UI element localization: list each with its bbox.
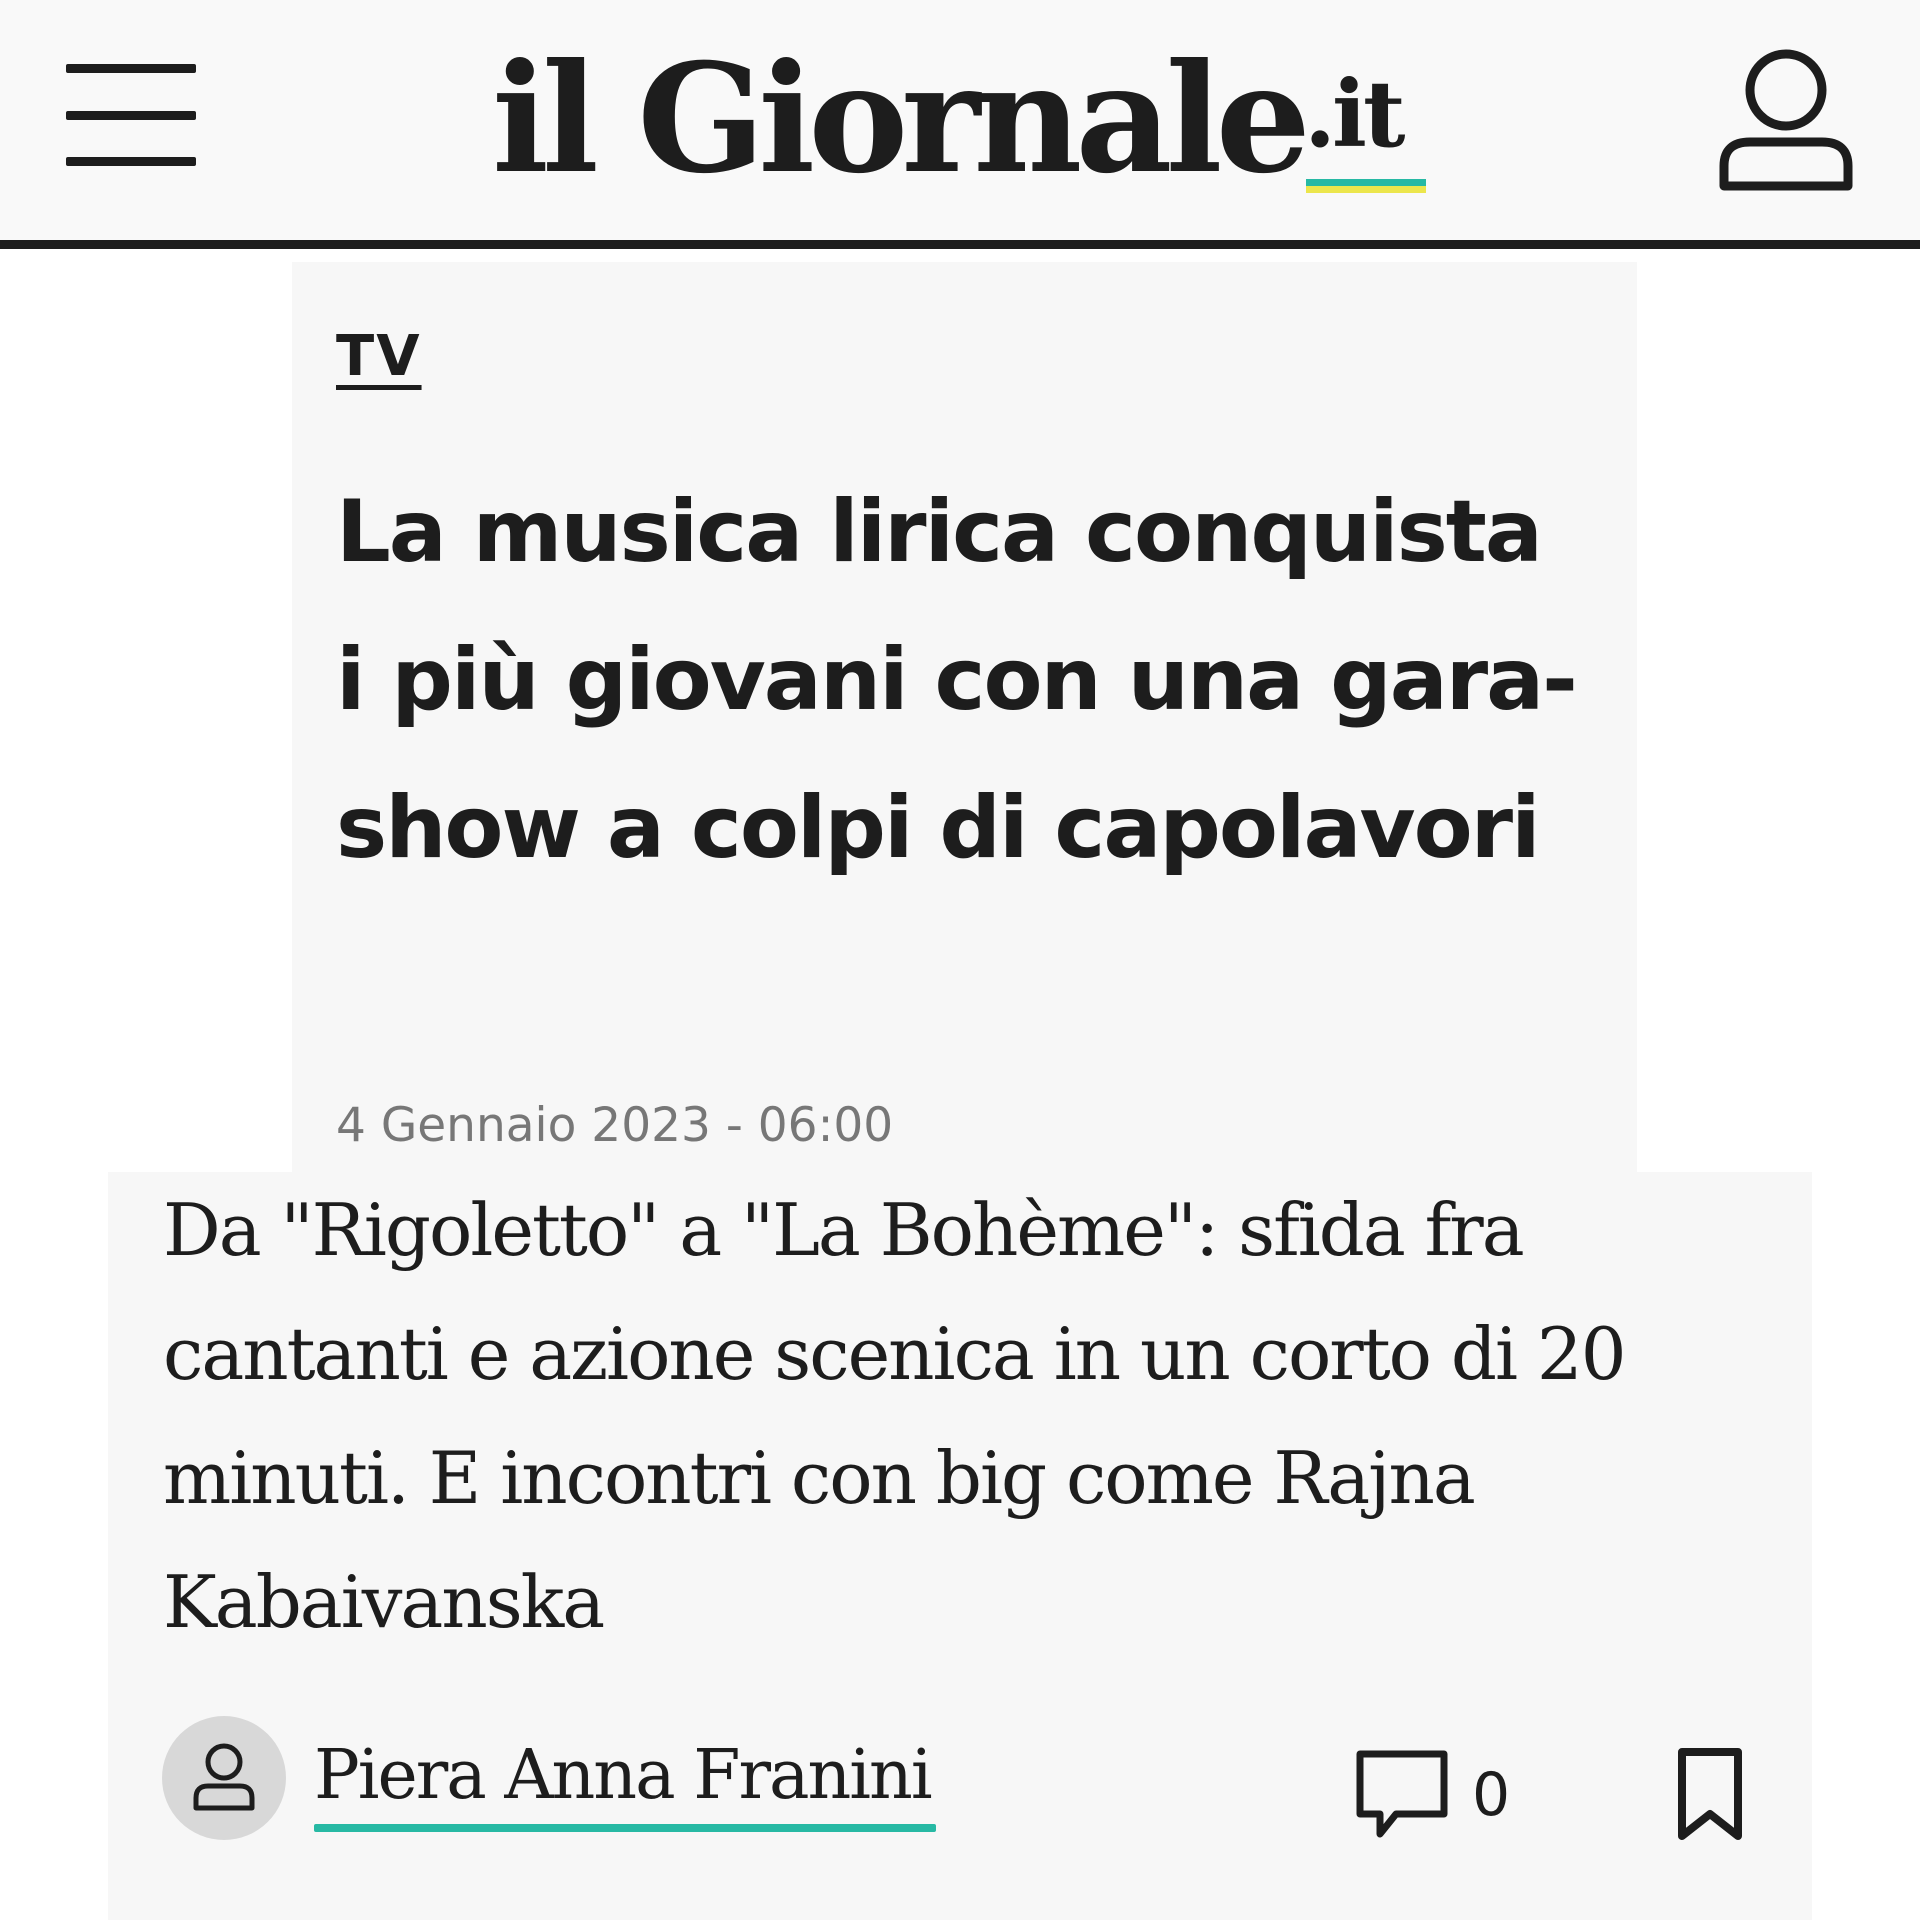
site-header: il Giornale .it bbox=[0, 0, 1920, 240]
site-logo[interactable]: il Giornale .it bbox=[492, 26, 1452, 204]
bookmark-icon bbox=[1678, 1748, 1742, 1840]
header-divider bbox=[0, 240, 1920, 249]
comment-icon bbox=[1356, 1750, 1448, 1838]
article-title: La musica lirica conquista i più giovani… bbox=[336, 482, 1578, 878]
person-icon bbox=[193, 1743, 255, 1811]
category-link[interactable]: TV bbox=[336, 324, 422, 390]
logo-underline-teal bbox=[1306, 179, 1426, 186]
menu-button[interactable] bbox=[66, 64, 198, 168]
bookmark-button[interactable] bbox=[1670, 1744, 1750, 1844]
article-summary: Da "Rigoletto" a "La Bohème": sfida fra … bbox=[163, 1188, 1627, 1644]
author-avatar bbox=[162, 1716, 286, 1840]
comment-count: 0 bbox=[1472, 1760, 1511, 1830]
logo-text: il Giornale bbox=[492, 31, 1311, 207]
author-link-underline bbox=[314, 1824, 936, 1832]
comments-button[interactable]: 0 bbox=[1352, 1746, 1552, 1846]
author-link[interactable]: Piera Anna Franini bbox=[314, 1734, 933, 1818]
logo-tld: .it bbox=[1304, 60, 1406, 168]
article-header: TV La musica lirica conquista i più giov… bbox=[292, 262, 1637, 1172]
article-date: 4 Gennaio 2023 - 06:00 bbox=[336, 1098, 894, 1153]
user-icon bbox=[1719, 49, 1853, 191]
user-account-button[interactable] bbox=[1716, 38, 1856, 198]
article-summary-section: Da "Rigoletto" a "La Bohème": sfida fra … bbox=[108, 1172, 1812, 1920]
